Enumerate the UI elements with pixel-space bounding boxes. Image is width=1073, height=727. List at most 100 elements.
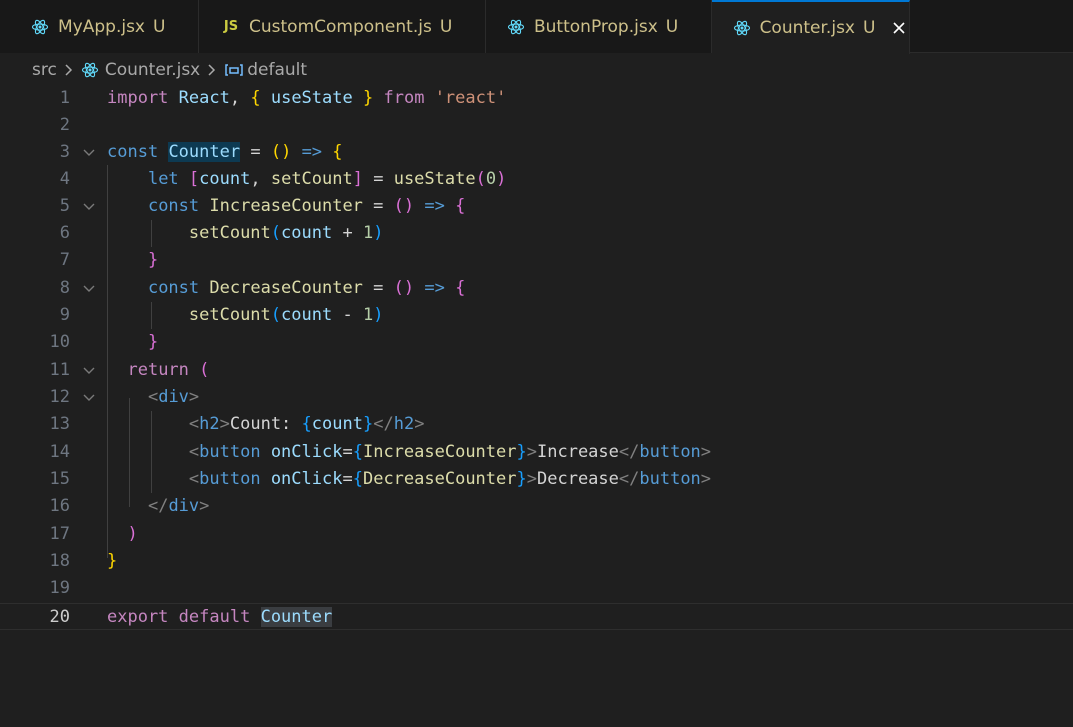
token: button [199, 469, 261, 489]
tab-counter[interactable]: Counter.jsx U [712, 0, 910, 54]
token: h2 [199, 414, 220, 434]
code-text: <div> [107, 384, 199, 411]
token: Counter [168, 142, 241, 162]
code-text: } [107, 329, 158, 356]
tab-customcomponent[interactable]: JS CustomComponent.js U [199, 0, 486, 53]
chevron-down-icon[interactable] [80, 279, 98, 297]
token: = [362, 169, 394, 189]
breadcrumb-symbol[interactable]: default [247, 60, 307, 80]
chevron-down-icon[interactable] [80, 361, 98, 379]
modified-badge: U [665, 16, 679, 37]
code-text: import React, { useState } from 'react' [107, 85, 506, 112]
token: = [342, 442, 353, 462]
line-number: 16 [49, 496, 70, 516]
token: button [639, 442, 701, 462]
token: DecreaseCounter [209, 278, 363, 298]
token: { [352, 442, 363, 462]
token: onClick [270, 469, 343, 489]
js-icon: JS [223, 19, 239, 34]
breadcrumb-folder[interactable]: src [32, 60, 57, 80]
close-icon[interactable] [889, 18, 909, 38]
tab-label: CustomComponent.js [249, 16, 432, 37]
code-line: 13 <h2>Count: {count}</h2> [0, 411, 1073, 438]
token: { [352, 469, 363, 489]
code-text: let [count, setCount] = useState(0) [107, 166, 506, 193]
chevron-right-icon [63, 63, 75, 77]
token: useState [393, 169, 476, 189]
token: div [168, 496, 200, 516]
token: Decrease [537, 469, 619, 489]
token: ) [127, 524, 138, 544]
token: > [219, 414, 230, 434]
token: ) [281, 142, 292, 162]
token: button [639, 469, 701, 489]
token: const [107, 142, 159, 162]
token: 1 [362, 223, 374, 243]
token: { [301, 414, 312, 434]
token: } [107, 551, 118, 571]
token: 1 [362, 305, 374, 325]
token: count [281, 223, 333, 243]
token: useState [270, 88, 353, 108]
breadcrumb-file[interactable]: Counter.jsx [105, 60, 200, 80]
token: < [188, 469, 200, 489]
chevron-down-icon[interactable] [80, 197, 98, 215]
token: { [250, 88, 261, 108]
token: IncreaseCounter [362, 442, 517, 462]
token: count [281, 305, 333, 325]
token: ) [373, 223, 384, 243]
code-line: 2 [0, 112, 1073, 139]
token: let [147, 169, 179, 189]
token: count [199, 169, 251, 189]
chevron-down-icon[interactable] [80, 143, 98, 161]
tab-buttonprop[interactable]: ButtonProp.jsx U [486, 0, 712, 53]
token: { [332, 142, 343, 162]
code-text: return ( [107, 357, 209, 384]
token: > [700, 469, 712, 489]
token: } [147, 332, 159, 352]
code-line: 9 setCount(count - 1) [0, 302, 1073, 329]
token: > [188, 387, 200, 407]
token: < [188, 442, 200, 462]
token: ( [393, 278, 404, 298]
code-editor[interactable]: 1 import React, { useState } from 'react… [0, 84, 1073, 727]
token: ( [270, 223, 282, 243]
token: ( [270, 142, 282, 162]
token: , [250, 169, 271, 189]
tab-label: ButtonProp.jsx [534, 16, 658, 37]
line-number: 6 [59, 223, 70, 243]
line-number: 19 [49, 578, 70, 598]
token: button [199, 442, 261, 462]
token: = [240, 142, 271, 162]
token: > [526, 469, 537, 489]
code-text: ) [107, 521, 138, 548]
line-number: 4 [59, 169, 70, 189]
code-line: 1 import React, { useState } from 'react… [0, 85, 1073, 112]
code-line: 14 <button onClick={IncreaseCounter}>Inc… [0, 439, 1073, 466]
token: count [311, 414, 363, 434]
code-line: 10 } [0, 329, 1073, 356]
line-number: 2 [59, 115, 70, 135]
tab-myapp[interactable]: MyApp.jsx U [0, 0, 199, 53]
token: </ [618, 442, 640, 462]
token: - [332, 305, 363, 325]
code-text: } [107, 548, 117, 575]
code-text: const IncreaseCounter = () => { [107, 193, 465, 220]
chevron-down-icon[interactable] [80, 388, 98, 406]
token: < [188, 414, 200, 434]
token: const [147, 196, 200, 216]
breadcrumb: src Counter.jsx default [0, 56, 1073, 84]
code-line: 8 const DecreaseCounter = () => { [0, 275, 1073, 302]
